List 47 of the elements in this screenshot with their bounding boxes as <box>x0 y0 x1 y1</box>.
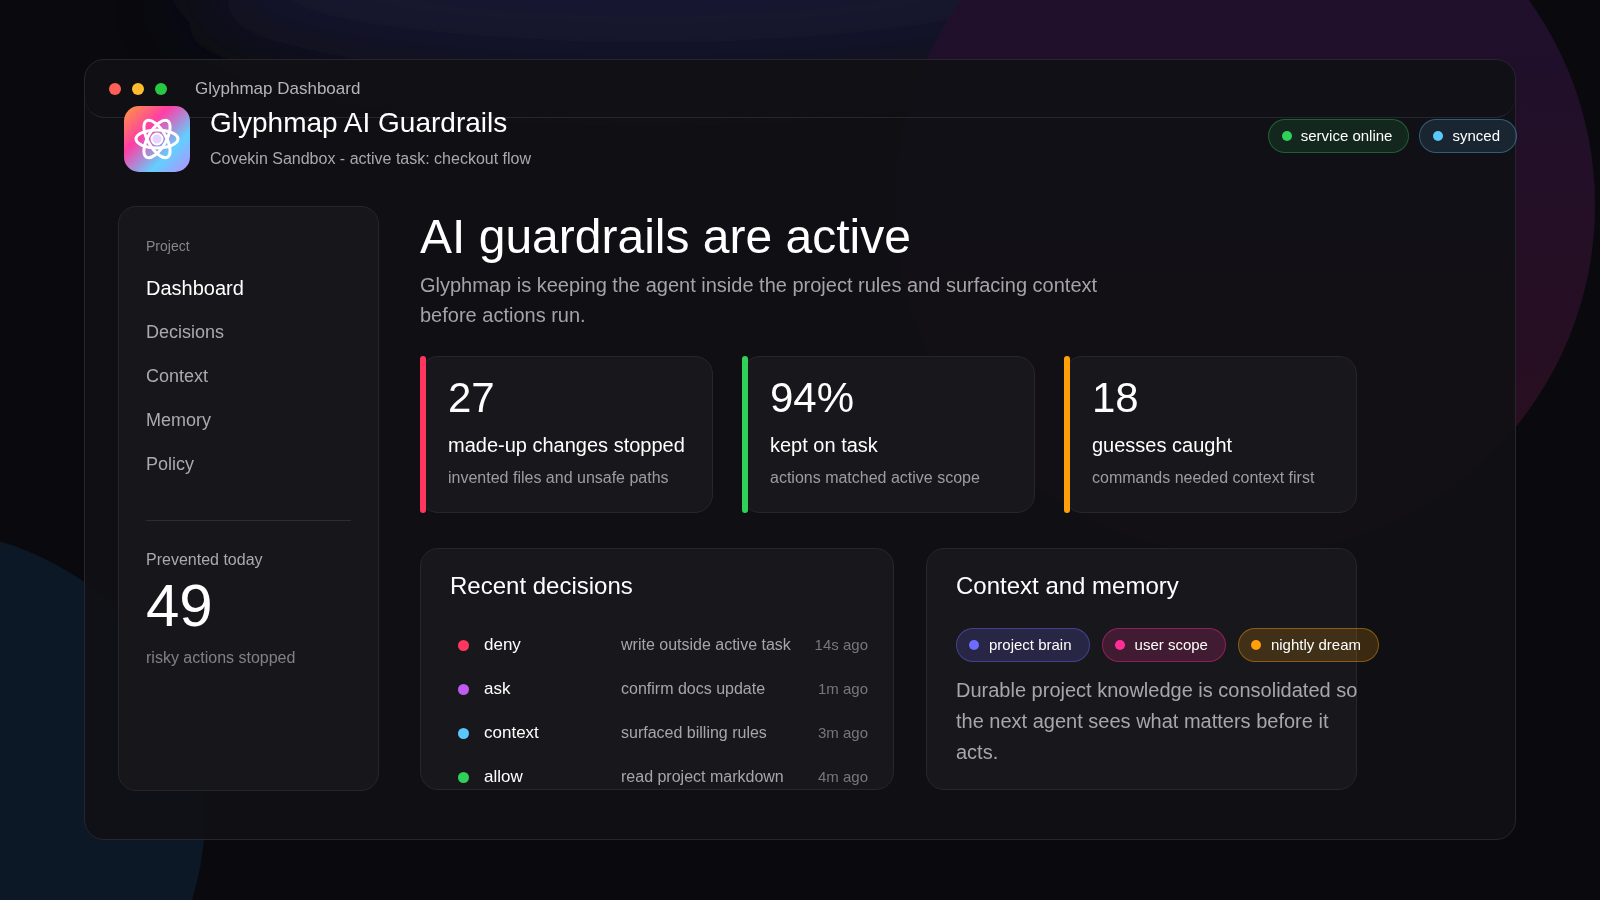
stat-value: 18 <box>1092 373 1139 423</box>
tag-label: project brain <box>989 634 1072 655</box>
decision-time: 4m ago <box>817 766 868 787</box>
stat-caption: actions matched active scope <box>770 468 980 488</box>
page-description: Glyphmap is keeping the agent inside the project rules and surfacing context before actions run. <box>420 273 1099 328</box>
app-subtitle: Covekin Sandbox - active task: checkout flow <box>210 149 532 169</box>
decision-label: allow <box>484 766 523 789</box>
close-button[interactable] <box>109 82 121 95</box>
sidebar-section-label: Project <box>146 237 191 256</box>
decision-time: 3m ago <box>817 722 868 743</box>
stat-value: 27 <box>448 373 495 423</box>
tag-label: nightly dream <box>1270 634 1361 655</box>
sidebar-nav-item[interactable]: Context <box>146 354 351 398</box>
stat-label: made-up changes stopped <box>448 433 685 458</box>
sidebar-nav-item[interactable]: Dashboard <box>146 266 351 310</box>
sidebar-nav-item[interactable]: Policy <box>146 442 351 486</box>
context-description: Durable project knowledge is consolidated so the next agent sees what matters before it acts. <box>956 678 1359 765</box>
summary-value: 49 <box>146 576 214 636</box>
sidebar-nav-item[interactable]: Decisions <box>146 310 351 354</box>
stat-label: guesses caught <box>1092 433 1233 458</box>
window-title: Glyphmap Dashboard <box>195 77 361 100</box>
badge-label: synced <box>1452 125 1500 146</box>
badge-label: service online <box>1300 125 1393 146</box>
maximize-button[interactable] <box>155 82 167 95</box>
panel-title: Context and memory <box>956 572 1179 600</box>
tag-label: user scope <box>1134 634 1208 655</box>
summary-caption: risky actions stopped <box>146 648 297 668</box>
stat-value: 94% <box>770 373 855 423</box>
summary-label: Prevented today <box>146 550 264 570</box>
stat-label: kept on task <box>770 433 878 458</box>
minimize-button[interactable] <box>132 82 144 95</box>
decision-detail: confirm docs update <box>621 679 766 699</box>
stat-caption: commands needed context first <box>1092 468 1315 488</box>
decision-detail: write outside active task <box>621 635 791 655</box>
sidebar-nav-item[interactable]: Memory <box>146 398 351 442</box>
page-heading: AI guardrails are active <box>420 209 911 265</box>
stat-caption: invented files and unsafe paths <box>448 468 669 488</box>
decision-detail: surfaced billing rules <box>621 723 767 743</box>
panel-title: Recent decisions <box>450 572 633 600</box>
decision-label: context <box>484 722 539 745</box>
decision-detail: read project markdown <box>621 767 784 787</box>
decision-label: deny <box>484 634 521 657</box>
app-title: Glyphmap AI Guardrails <box>210 106 509 140</box>
decision-time: 1m ago <box>817 678 868 699</box>
decision-time: 14s ago <box>814 634 868 655</box>
decision-label: ask <box>484 678 511 701</box>
atom-logo-icon <box>124 106 190 172</box>
